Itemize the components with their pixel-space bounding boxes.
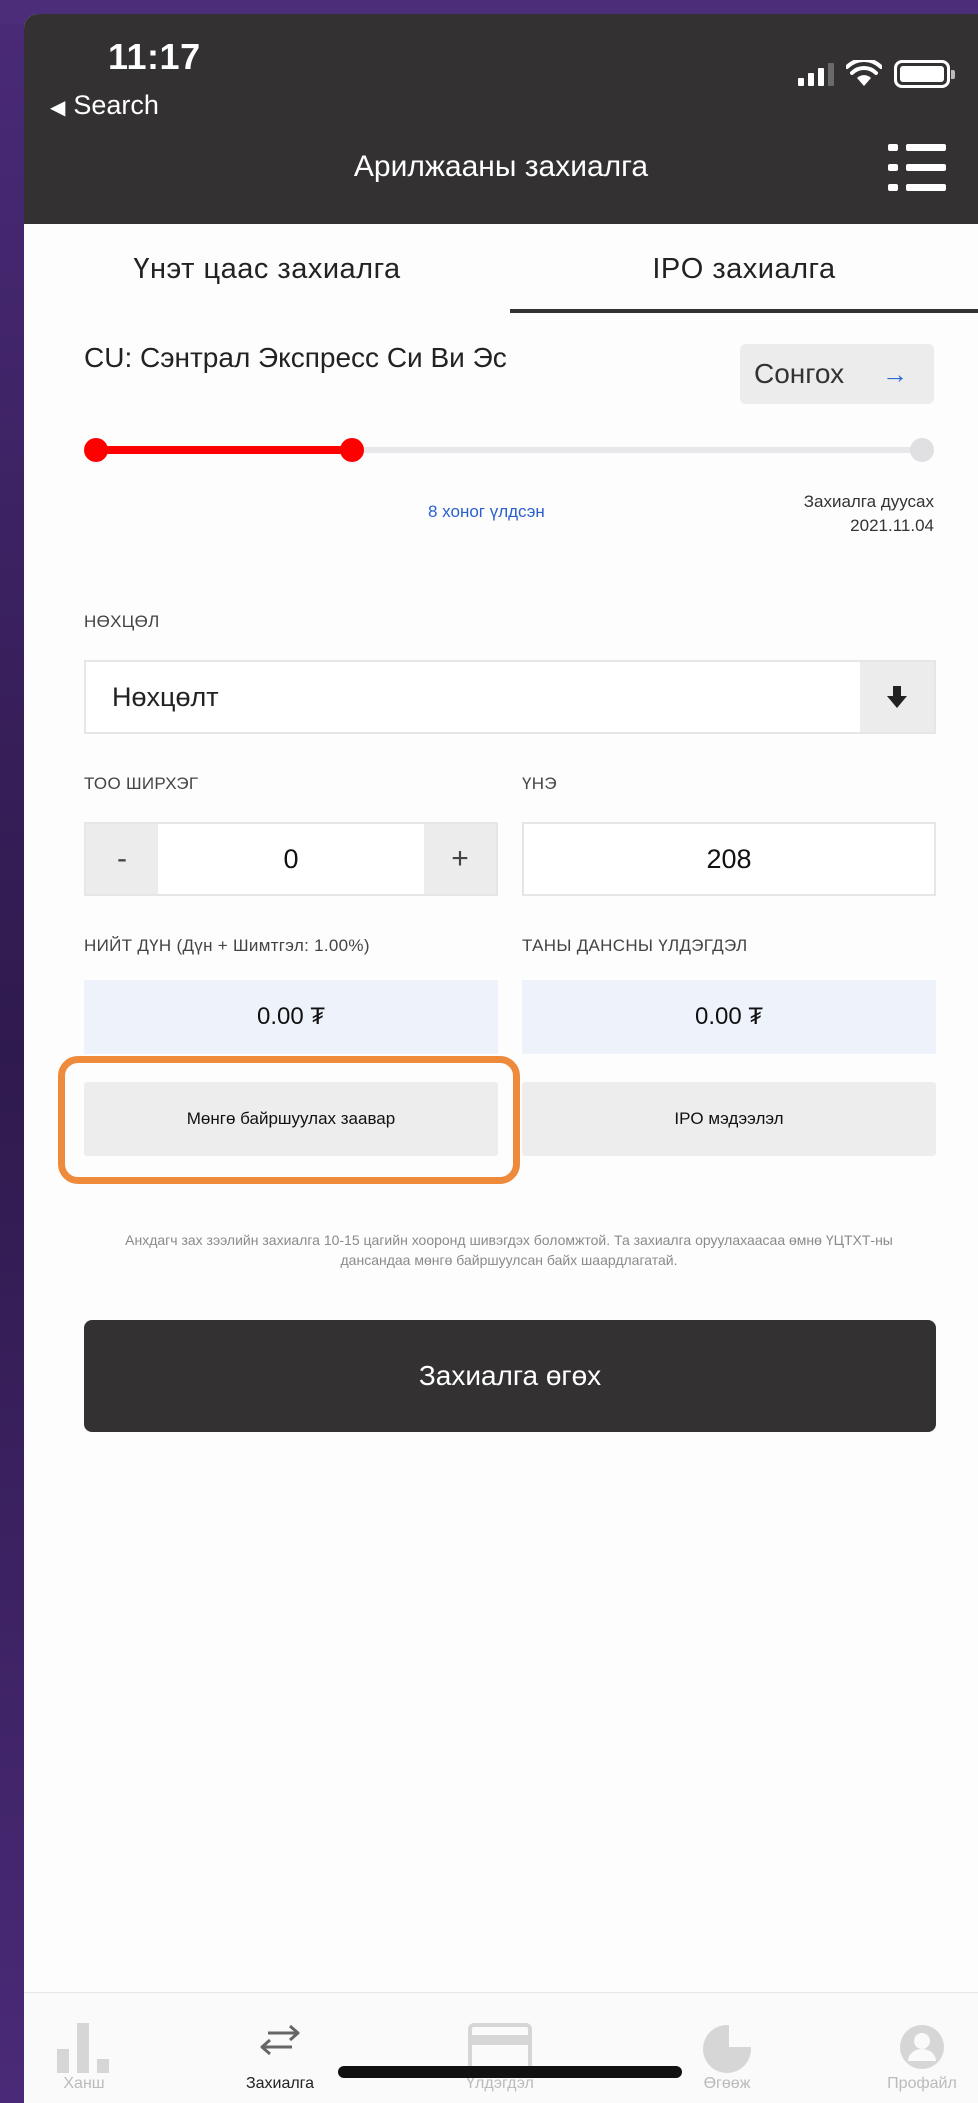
info-note: Анхдагч зах зээлийн захиалга 10-15 цагий… <box>125 1232 893 1268</box>
app-header: 11:17 ◀ Search Арилжааны захиалга <box>24 14 978 224</box>
deadline-date: 2021.11.04 <box>850 516 934 535</box>
decrement-button[interactable]: - <box>86 824 158 894</box>
tab-returns[interactable]: Өгөөж <box>667 1993 787 2103</box>
tab-balance[interactable]: Үлдэгдэл <box>440 1993 560 2103</box>
ipo-timeline-progress <box>84 438 934 462</box>
quantity-input[interactable]: 0 <box>158 824 424 894</box>
progress-current-dot <box>340 438 364 462</box>
price-label: ҮНЭ <box>522 774 557 793</box>
order-type-tabs: Үнэт цаас захиалга IPO захиалга <box>24 224 978 314</box>
tab-ipo-order[interactable]: IPO захиалга <box>510 224 978 314</box>
total-amount-value: 0.00 ₮ <box>84 980 498 1054</box>
phone-screen: 11:17 ◀ Search Арилжааны захиалга Үнэт ца… <box>24 14 978 2103</box>
back-triangle-icon: ◀ <box>50 97 66 119</box>
tab-profile-label: Профайл <box>887 2075 957 2092</box>
total-amount-label: НИЙТ ДҮН (Дүн + Шимтгэл: 1.00%) <box>84 936 370 955</box>
wifi-icon <box>846 60 882 86</box>
tab-securities-order[interactable]: Үнэт цаас захиалга <box>24 224 510 314</box>
quantity-label: ТОО ШИРХЭГ <box>84 774 199 793</box>
tab-profile[interactable]: Профайл <box>862 1993 978 2103</box>
quantity-stepper: - 0 + <box>84 822 498 896</box>
submit-order-button[interactable]: Захиалга өгөх <box>84 1320 936 1432</box>
tab-rates-label: Ханш <box>63 2075 105 2092</box>
bar-chart-icon <box>57 2023 109 2073</box>
arrow-down-icon[interactable] <box>860 662 934 732</box>
active-tab-indicator <box>510 309 978 313</box>
home-indicator <box>338 2066 682 2078</box>
order-deadline: Захиалга дуусах 2021.11.04 <box>804 490 934 538</box>
condition-label: НӨХЦӨЛ <box>84 612 160 631</box>
progress-fill <box>96 446 352 454</box>
status-icons <box>798 60 955 88</box>
price-input[interactable]: 208 <box>522 822 936 896</box>
tab-rates[interactable]: Ханш <box>24 1993 144 2103</box>
back-label: Search <box>73 90 159 120</box>
arrow-right-icon: → <box>882 358 908 389</box>
increment-button[interactable]: + <box>424 824 496 894</box>
progress-end-dot <box>910 438 934 462</box>
highlight-outline <box>58 1056 520 1184</box>
choose-security-button[interactable]: Сонгох → <box>740 344 934 404</box>
tab-orders-label: Захиалга <box>245 2075 315 2092</box>
tab-orders[interactable]: Захиалга <box>220 1993 340 2103</box>
progress-start-dot <box>84 438 108 462</box>
back-to-search[interactable]: ◀ Search <box>50 90 159 121</box>
choose-label: Сонгох <box>754 358 845 389</box>
signal-icon <box>798 62 834 86</box>
security-name: CU: Сэнтрал Экспресс Си Ви Эс <box>84 342 507 373</box>
bottom-tab-bar: Ханш Захиалга Үлдэгдэл Өгөөж Профайл <box>24 1992 978 2103</box>
page-title: Арилжааны захиалга <box>353 150 649 183</box>
menu-list-button[interactable] <box>888 142 946 194</box>
pie-chart-icon <box>703 2025 751 2073</box>
battery-icon <box>894 60 955 88</box>
status-time: 11:17 <box>108 36 201 77</box>
ipo-info-button[interactable]: IPO мэдээлэл <box>522 1082 936 1156</box>
profile-icon <box>900 2025 944 2069</box>
account-balance-label: ТАНЫ ДАНСНЫ ҮЛДЭГДЭЛ <box>522 936 748 955</box>
days-left-text: 8 хоног үлдсэн <box>428 502 545 521</box>
swap-arrows-icon <box>260 2024 300 2056</box>
condition-value: Нөхцөлт <box>112 682 219 712</box>
tab-returns-label: Өгөөж <box>703 2075 751 2092</box>
account-balance-value: 0.00 ₮ <box>522 980 936 1054</box>
deadline-label: Захиалга дуусах <box>803 492 934 511</box>
condition-select[interactable]: Нөхцөлт <box>84 660 936 734</box>
